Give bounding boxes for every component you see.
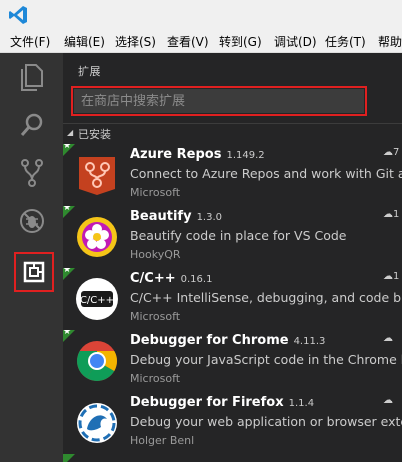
menu-edit[interactable]: 编辑(E) — [64, 33, 105, 50]
extension-publisher: Microsoft — [130, 186, 181, 199]
cloud-download-icon: ☁ — [383, 271, 393, 282]
source-control-button[interactable] — [8, 149, 56, 197]
extension-item[interactable]: ★ Beautify 1.3.0 Beautify code in place f… — [63, 206, 402, 268]
cloud-download-icon: ☁ — [383, 209, 393, 220]
menu-debug[interactable]: 调试(D) — [274, 33, 317, 50]
search-button[interactable] — [8, 101, 56, 149]
download-count: ☁ — [383, 395, 393, 406]
extensions-icon — [23, 261, 45, 283]
section-label: 已安装 — [78, 128, 111, 141]
chevron-down-icon: ◢ — [67, 128, 74, 137]
menu-bar: 文件(F) 编辑(E) 选择(S) 查看(V) 转到(G) 调试(D) 任务(T… — [0, 30, 402, 53]
extension-name: Beautify 1.3.0 — [130, 209, 223, 224]
extension-description: Connect to Azure Repos and work with Git… — [130, 166, 402, 181]
title-bar — [0, 0, 402, 30]
files-icon — [21, 64, 43, 91]
menu-tasks[interactable]: 任务(T) — [325, 33, 366, 50]
search-icon — [20, 113, 43, 136]
download-count: ☁1 — [383, 271, 400, 282]
extension-version: 0.16.1 — [180, 274, 213, 285]
extension-version: 1.3.0 — [196, 212, 223, 223]
beautify-icon — [77, 217, 117, 257]
cpp-icon: C/C++ — [76, 278, 118, 320]
star-icon: ★ — [63, 330, 72, 337]
extension-name: Azure Repos 1.149.2 — [130, 147, 265, 162]
extension-publisher: HookyQR — [130, 248, 181, 261]
extension-item[interactable]: Debugger for Firefox 1.1.4 Debug your web… — [63, 392, 402, 454]
extension-description: C/C++ IntelliSense, debugging, and code … — [130, 290, 402, 305]
debug-button[interactable] — [8, 197, 56, 245]
firefox-icon — [77, 403, 117, 443]
cloud-download-icon: ☁ — [383, 333, 393, 344]
menu-help[interactable]: 帮助 — [378, 33, 402, 50]
extension-version: 4.11.3 — [293, 336, 326, 347]
extensions-sidebar: 扩展 ◢ 已安装 ★ Azure Repos1.149.2 Connect to… — [63, 53, 402, 462]
extension-item[interactable] — [63, 454, 402, 462]
download-count: ☁7 — [383, 147, 400, 158]
star-icon: ★ — [63, 206, 72, 213]
svg-text:C/C++: C/C++ — [80, 295, 114, 306]
explorer-button[interactable] — [8, 53, 56, 101]
recommended-star-icon — [63, 454, 75, 462]
search-box-highlight — [71, 86, 367, 116]
extension-publisher: Holger Benl — [130, 434, 195, 447]
extension-name: Debugger for Chrome 4.11.3 — [130, 333, 326, 348]
menu-view[interactable]: 查看(V) — [167, 33, 209, 50]
sidebar-title: 扩展 — [78, 65, 101, 78]
extension-description: Debug your JavaScript code in the Chrome… — [130, 352, 402, 367]
download-count: ☁1 — [383, 209, 400, 220]
extensions-button[interactable] — [14, 252, 54, 292]
extension-item[interactable]: ★ Debugger for Chrome 4.11.3 Debug your J… — [63, 330, 402, 392]
extension-version: 1.1.4 — [288, 398, 315, 409]
cloud-download-icon: ☁ — [383, 147, 393, 158]
extension-search-input[interactable] — [74, 89, 364, 113]
vscode-logo-icon — [9, 6, 27, 24]
azure-repos-icon — [79, 157, 115, 195]
source-control-icon — [21, 159, 43, 187]
extension-description: Beautify code in place for VS Code — [130, 228, 347, 243]
extension-item[interactable]: ★ C/C++ C/C++ 0.16.1 C/C++ IntelliSense, … — [63, 268, 402, 330]
extension-name: C/C++ 0.16.1 — [130, 271, 213, 286]
menu-selection[interactable]: 选择(S) — [115, 33, 156, 50]
menu-file[interactable]: 文件(F) — [10, 33, 50, 50]
star-icon: ★ — [63, 144, 72, 151]
star-icon: ★ — [63, 268, 72, 275]
extension-publisher: Microsoft — [130, 310, 181, 323]
debug-icon — [20, 209, 44, 233]
cloud-download-icon: ☁ — [383, 395, 393, 406]
download-count: ☁ — [383, 333, 393, 344]
activity-bar — [0, 53, 63, 462]
chrome-icon — [77, 341, 117, 381]
extension-version: 1.149.2 — [226, 150, 265, 161]
extension-item[interactable]: ★ Azure Repos 1.149.2 Connect to Azure Re… — [63, 144, 402, 206]
menu-goto[interactable]: 转到(G) — [219, 33, 262, 50]
extension-description: Debug your web application or browser ex… — [130, 414, 402, 429]
extension-name: Debugger for Firefox 1.1.4 — [130, 395, 315, 410]
extension-publisher: Microsoft — [130, 372, 181, 385]
installed-section-header[interactable]: ◢ 已安装 — [63, 123, 402, 144]
